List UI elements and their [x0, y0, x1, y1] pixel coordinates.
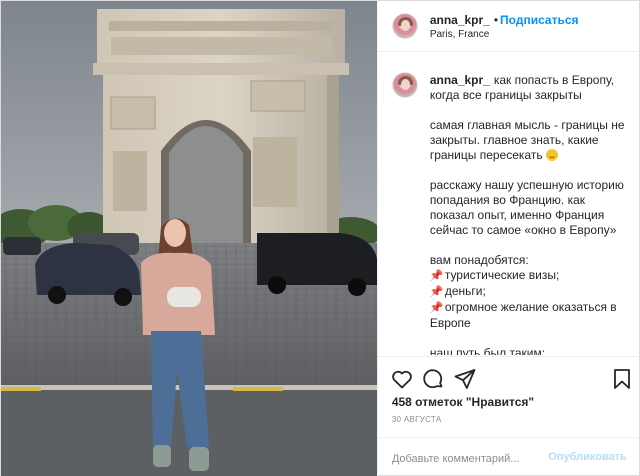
arc-de-triomphe-photo [1, 1, 377, 476]
action-bar [377, 356, 640, 396]
avatar[interactable] [391, 13, 418, 39]
comment-bubble-icon[interactable] [421, 367, 445, 391]
separator-dot: • [493, 13, 499, 27]
paper-plane-icon[interactable] [453, 367, 477, 391]
username-link[interactable]: anna_kpr_ [430, 13, 490, 27]
caption-paragraph-2: расскажу нашу успешную историю попадания… [429, 178, 624, 237]
caption-paragraph-1: самая главная мысль - границы не закрыты… [429, 118, 625, 162]
instagram-post: anna_kpr_ • Подписаться Paris, France anna… [0, 0, 640, 476]
header-username-row: anna_kpr_ • Подписаться [430, 13, 579, 27]
pushpin-icon: 📌 [429, 302, 444, 314]
caption-list-title: вам понадобятся: [429, 253, 529, 267]
caption-text: anna_kpr_ как попасть в Европу, когда все… [430, 73, 630, 355]
heart-icon[interactable] [390, 367, 414, 391]
post-date: 30 АВГУСТА [391, 415, 442, 424]
post-header: anna_kpr_ • Подписаться Paris, France [377, 1, 640, 52]
caption-path-title: наш путь был таким: [429, 346, 546, 355]
bookmark-icon[interactable] [610, 367, 634, 391]
likes-count[interactable]: 458 отметок "Нравится" [392, 395, 534, 409]
pushpin-icon: 📌 [429, 286, 444, 298]
post-side-panel: anna_kpr_ • Подписаться Paris, France anna… [376, 1, 640, 476]
publish-button[interactable]: Опубликовать [548, 451, 627, 463]
comment-input[interactable] [391, 450, 562, 468]
list-item: 📌огромное желание оказаться в Европе [429, 300, 617, 330]
comments-area[interactable]: anna_kpr_ как попасть в Европу, когда все… [378, 53, 640, 355]
caption-username[interactable]: anna_kpr_ [430, 73, 490, 87]
list-item: 📌деньги; [429, 284, 486, 298]
caption-avatar[interactable] [391, 72, 418, 98]
smiling-face-emoji [545, 149, 558, 161]
list-item: 📌туристические визы; [429, 268, 560, 282]
location-link[interactable]: Paris, France [430, 29, 489, 40]
add-comment-bar: Опубликовать [377, 437, 640, 476]
pushpin-icon: 📌 [429, 270, 444, 282]
follow-button[interactable]: Подписаться [500, 13, 578, 27]
post-photo[interactable] [1, 1, 377, 476]
